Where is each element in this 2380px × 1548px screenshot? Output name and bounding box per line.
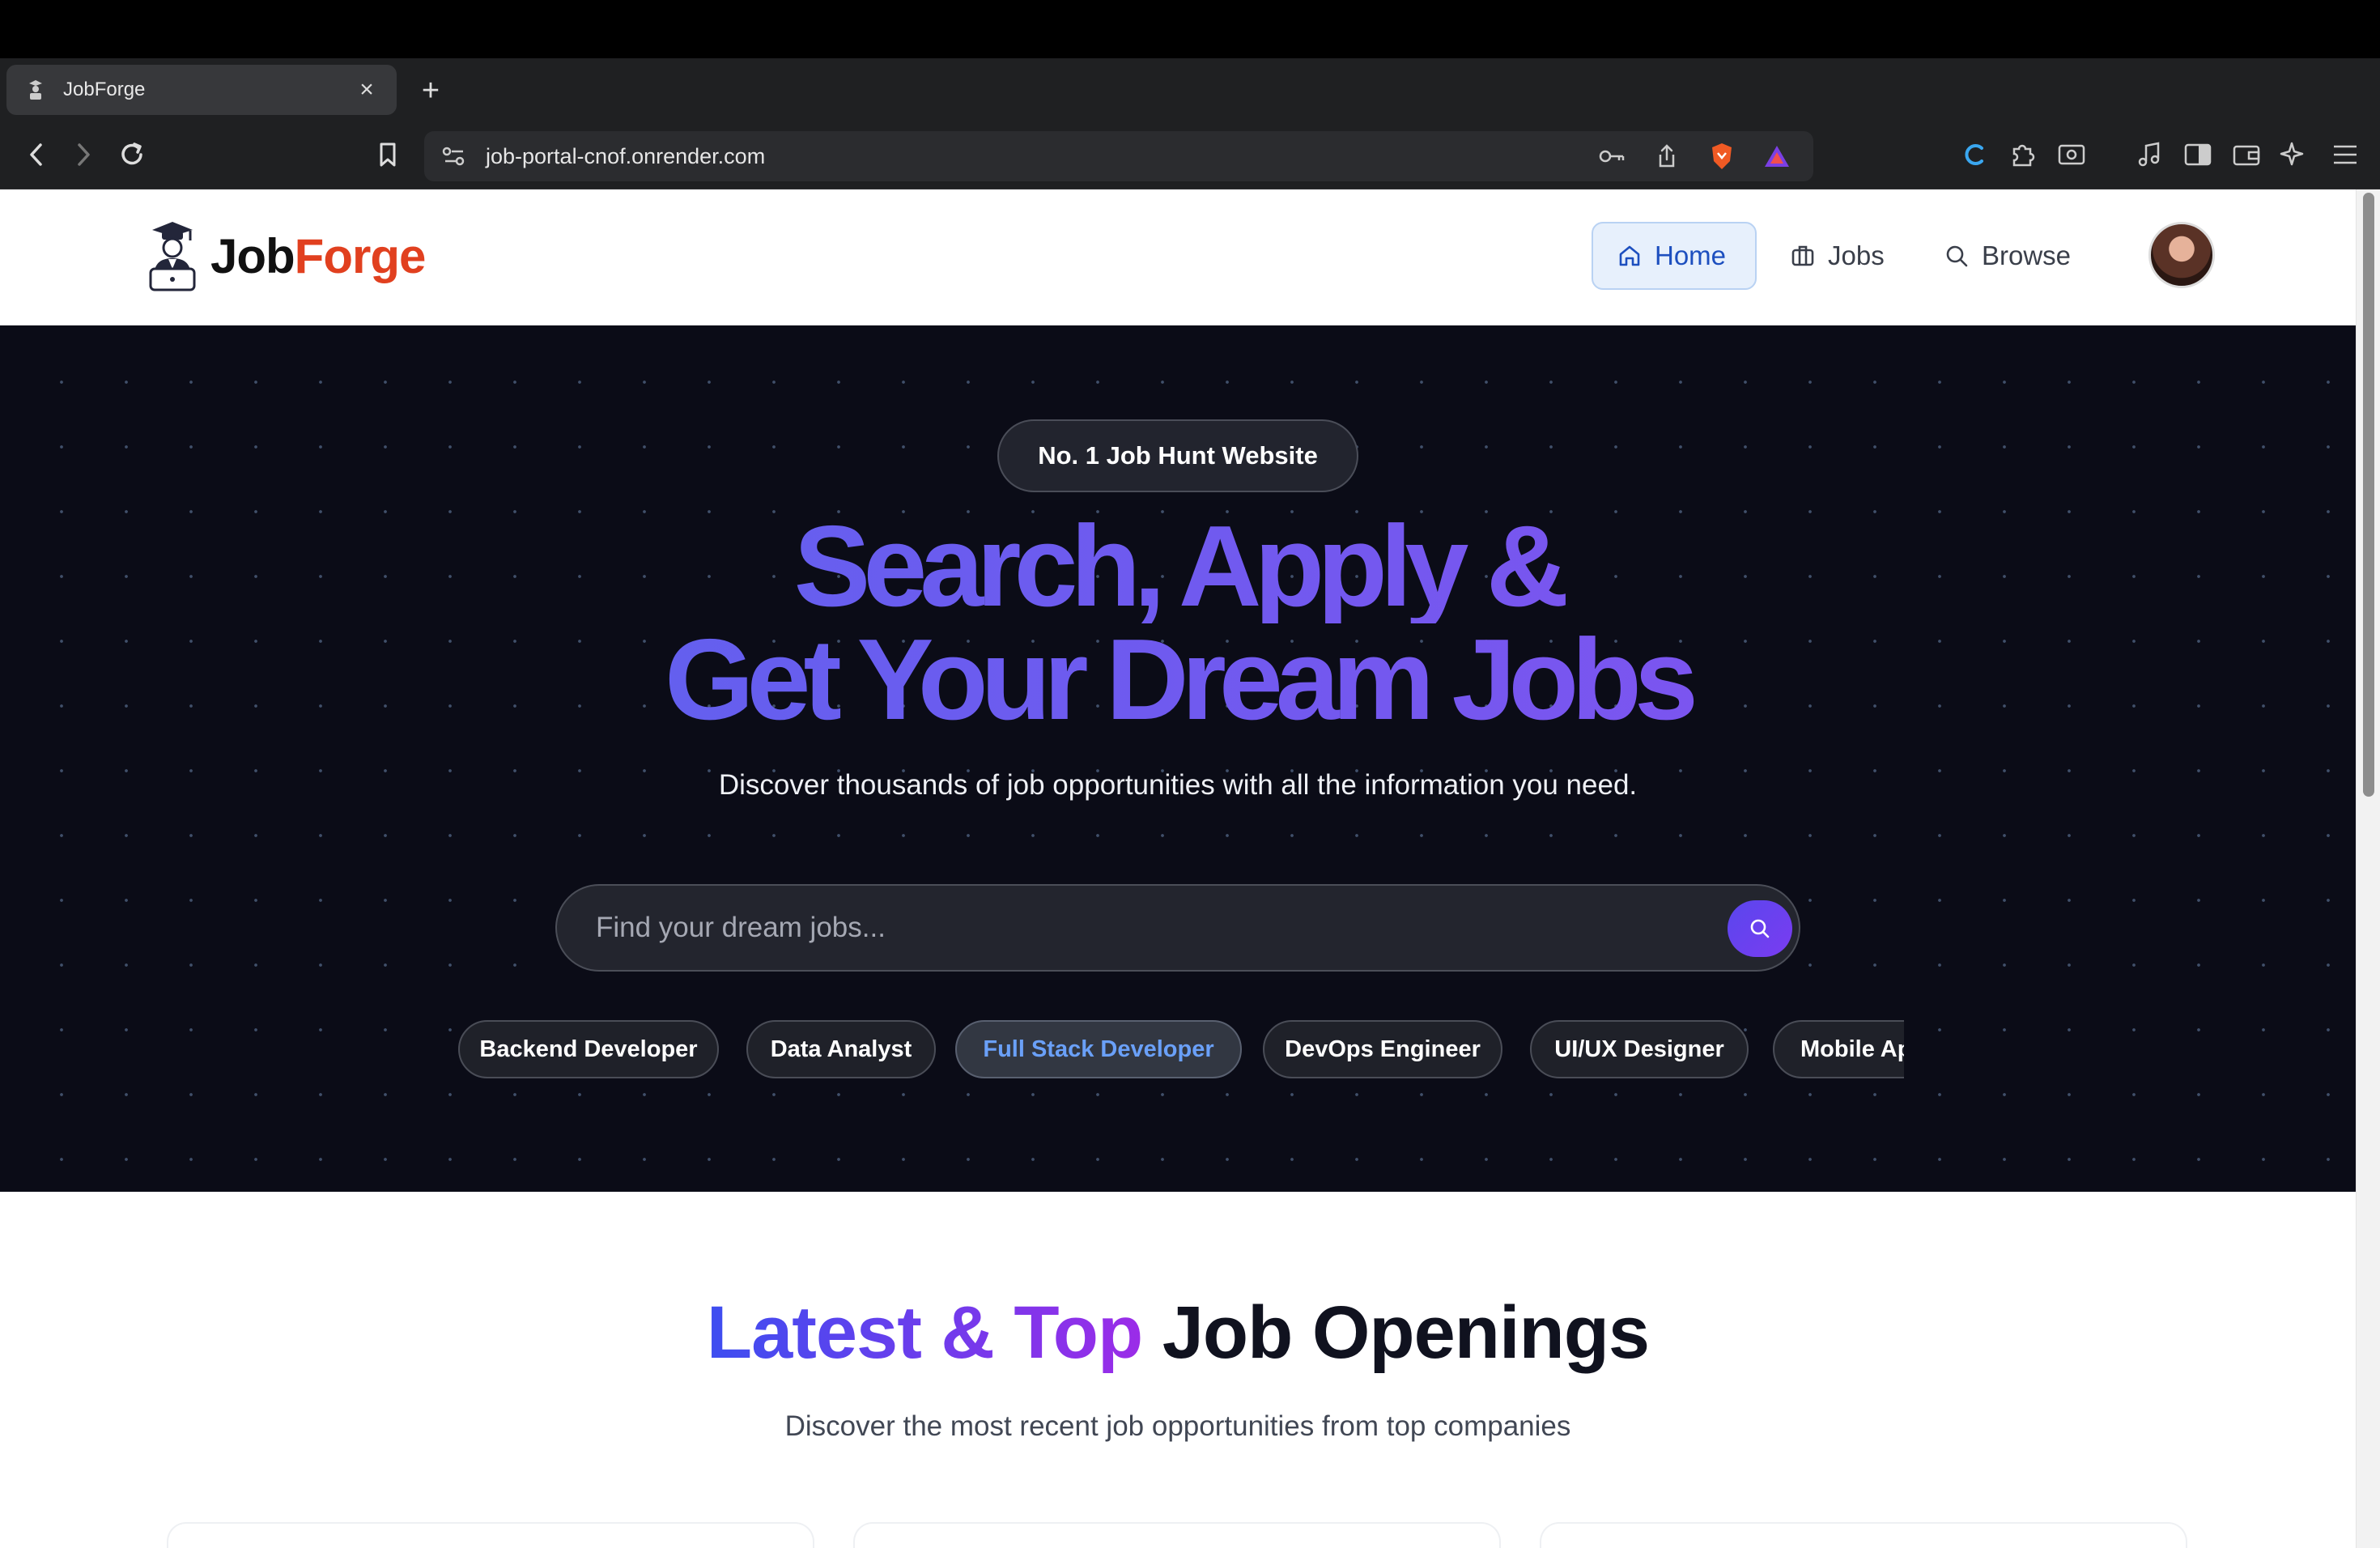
forward-icon[interactable] (65, 136, 102, 173)
ai-sparkle-icon[interactable] (2275, 136, 2312, 173)
key-icon[interactable] (1593, 138, 1630, 175)
address-bar[interactable]: job-portal-cnof.onrender.com (424, 131, 1813, 181)
hero-section: No. 1 Job Hunt Website Search, Apply & G… (0, 325, 2356, 1192)
category-chip-mobile-app[interactable]: Mobile Ap (1773, 1020, 1904, 1078)
home-icon (1619, 245, 1640, 266)
nav-home-label: Home (1655, 240, 1727, 270)
logo-text: JobForge (210, 228, 427, 284)
favicon-icon (24, 79, 47, 101)
site-logo[interactable]: JobForge (146, 220, 427, 291)
reload-icon[interactable] (113, 136, 151, 173)
category-chips: Backend Developer Data Analyst Full Stac… (458, 1019, 1904, 1080)
tab-title: JobForge (63, 79, 146, 100)
browser-toolbar: job-portal-cnof.onrender.com (0, 123, 2380, 189)
screenshot-icon[interactable] (2053, 136, 2090, 173)
site-navbar: JobForge Home Jobs Browse (0, 189, 2356, 325)
site-settings-icon[interactable] (436, 138, 473, 175)
page-scrollbar[interactable] (2356, 189, 2380, 1548)
share-icon[interactable] (1648, 138, 1685, 175)
nav-browse-label: Browse (1982, 240, 2072, 270)
screen-top-bar (0, 0, 2380, 58)
brave-rewards-icon[interactable] (1758, 138, 1796, 175)
user-avatar[interactable] (2148, 222, 2215, 288)
graduate-logo-icon (149, 222, 196, 291)
job-search-bar (555, 884, 1800, 972)
sidebar-icon[interactable] (2179, 136, 2216, 173)
extensions-icon[interactable] (2004, 136, 2042, 173)
hero-headline: Search, Apply & Get Your Dream Jobs (0, 509, 2356, 738)
nav-browse[interactable]: Browse (1920, 222, 2095, 290)
web-page: JobForge Home Jobs Browse No. 1 Job Hunt… (0, 189, 2356, 1548)
latest-jobs-title-highlight: Latest & Top (706, 1291, 1143, 1374)
nav-jobs[interactable]: Jobs (1766, 222, 1909, 290)
wallet-icon[interactable] (2228, 136, 2265, 173)
category-chip-data-analyst[interactable]: Data Analyst (746, 1020, 936, 1078)
hero-headline-line-1: Search, Apply & (0, 509, 2356, 624)
search-icon (1750, 919, 1770, 938)
nav-jobs-label: Jobs (1828, 240, 1885, 270)
menu-icon[interactable] (2327, 136, 2364, 173)
job-card[interactable] (853, 1522, 1501, 1548)
category-chip-backend-developer[interactable]: Backend Developer (458, 1020, 719, 1078)
hero-badge: No. 1 Job Hunt Website (997, 419, 1358, 492)
scrollbar-thumb[interactable] (2363, 193, 2374, 797)
brave-shields-icon[interactable] (1703, 138, 1740, 175)
job-card[interactable] (1540, 1522, 2187, 1548)
latest-jobs-title: Latest & Top Job Openings (0, 1291, 2356, 1376)
latest-jobs-subtitle: Discover the most recent job opportuniti… (784, 1410, 1571, 1442)
browser-tab-strip: JobForge × (0, 58, 2380, 123)
hero-headline-line-2: Get Your Dream Jobs (0, 623, 2356, 738)
category-chip-ui-ux-designer[interactable]: UI/UX Designer (1530, 1020, 1749, 1078)
search-icon (1946, 245, 1968, 267)
back-icon[interactable] (18, 136, 55, 173)
job-search-input[interactable] (596, 886, 1689, 970)
logo-text-job: Job (210, 228, 295, 283)
close-tab-icon[interactable]: × (355, 76, 379, 104)
category-chip-devops-engineer[interactable]: DevOps Engineer (1263, 1020, 1502, 1078)
job-card[interactable] (167, 1522, 814, 1548)
url-text: job-portal-cnof.onrender.com (486, 144, 766, 168)
latest-jobs-title-rest: Job Openings (1162, 1291, 1650, 1374)
logo-text-forge: Forge (294, 228, 427, 283)
leo-icon[interactable] (1956, 136, 1993, 173)
search-button[interactable] (1728, 900, 1792, 957)
nav-home[interactable]: Home (1592, 222, 1757, 290)
briefcase-icon (1791, 245, 1814, 266)
media-icon[interactable] (2131, 136, 2168, 173)
category-chip-full-stack-developer[interactable]: Full Stack Developer (955, 1020, 1242, 1078)
new-tab-button[interactable]: + (414, 70, 447, 112)
hero-subheadline: Discover thousands of job opportunities … (718, 769, 1638, 801)
bookmark-icon[interactable] (369, 136, 406, 173)
browser-tab[interactable]: JobForge × (6, 65, 397, 115)
